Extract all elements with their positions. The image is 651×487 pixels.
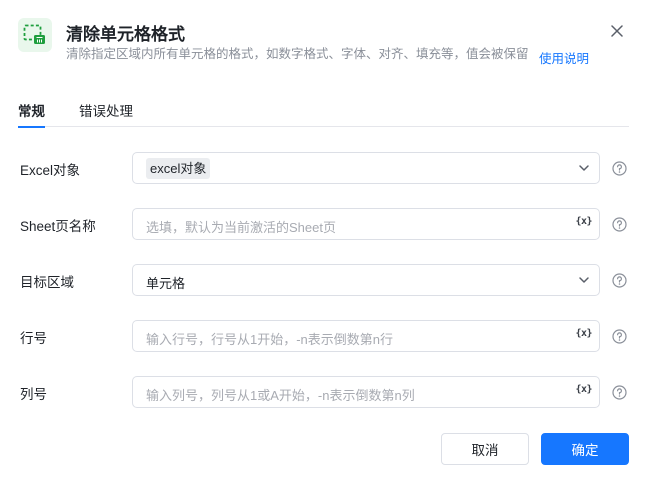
variable-button[interactable]: {x} bbox=[575, 384, 592, 395]
help-icon[interactable] bbox=[612, 385, 627, 400]
tab-error-handling[interactable]: 错误处理 bbox=[79, 100, 133, 127]
tab-general[interactable]: 常规 bbox=[18, 100, 45, 128]
help-icon[interactable] bbox=[612, 273, 627, 288]
help-icon[interactable] bbox=[612, 217, 627, 232]
dialog-description: 清除指定区域内所有单元格的格式，如数字格式、字体、对齐、填充等，值会被保留 bbox=[66, 47, 529, 61]
column-number-label: 列号 bbox=[20, 387, 47, 402]
column-number-input[interactable]: 输入列号，列号从1或A开始，-n表示倒数第n列 {x} bbox=[132, 376, 600, 408]
close-button[interactable] bbox=[607, 21, 627, 41]
cancel-button[interactable]: 取消 bbox=[441, 433, 529, 465]
variable-button[interactable]: {x} bbox=[575, 216, 592, 227]
variable-button[interactable]: {x} bbox=[575, 328, 592, 339]
confirm-button[interactable]: 确定 bbox=[541, 433, 629, 465]
chevron-down-icon bbox=[579, 277, 589, 283]
row-number-input[interactable]: 输入行号，行号从1开始，-n表示倒数第n行 {x} bbox=[132, 320, 600, 352]
tab-bar: 常规 错误处理 bbox=[18, 100, 629, 128]
clear-cell-format-icon bbox=[18, 18, 52, 52]
help-icon[interactable] bbox=[612, 161, 627, 176]
target-range-label: 目标区域 bbox=[20, 275, 74, 290]
column-number-placeholder: 输入列号，列号从1或A开始，-n表示倒数第n列 bbox=[146, 388, 415, 403]
sheet-name-placeholder: 选填，默认为当前激活的Sheet页 bbox=[146, 220, 336, 235]
excel-object-value: excel对象 bbox=[146, 158, 211, 179]
excel-object-select[interactable]: excel对象 bbox=[132, 152, 600, 184]
row-number-label: 行号 bbox=[20, 331, 47, 346]
sheet-name-label: Sheet页名称 bbox=[20, 219, 96, 234]
row-number-placeholder: 输入行号，行号从1开始，-n表示倒数第n行 bbox=[146, 332, 394, 347]
chevron-down-icon bbox=[579, 165, 589, 171]
target-range-select[interactable]: 单元格 bbox=[132, 264, 600, 296]
dialog-title: 清除单元格格式 bbox=[66, 25, 185, 44]
excel-object-label: Excel对象 bbox=[20, 163, 81, 178]
help-icon[interactable] bbox=[612, 329, 627, 344]
help-link[interactable]: 使用说明 bbox=[539, 48, 589, 67]
target-range-value: 单元格 bbox=[146, 276, 186, 291]
close-icon bbox=[611, 25, 623, 37]
sheet-name-input[interactable]: 选填，默认为当前激活的Sheet页 {x} bbox=[132, 208, 600, 240]
